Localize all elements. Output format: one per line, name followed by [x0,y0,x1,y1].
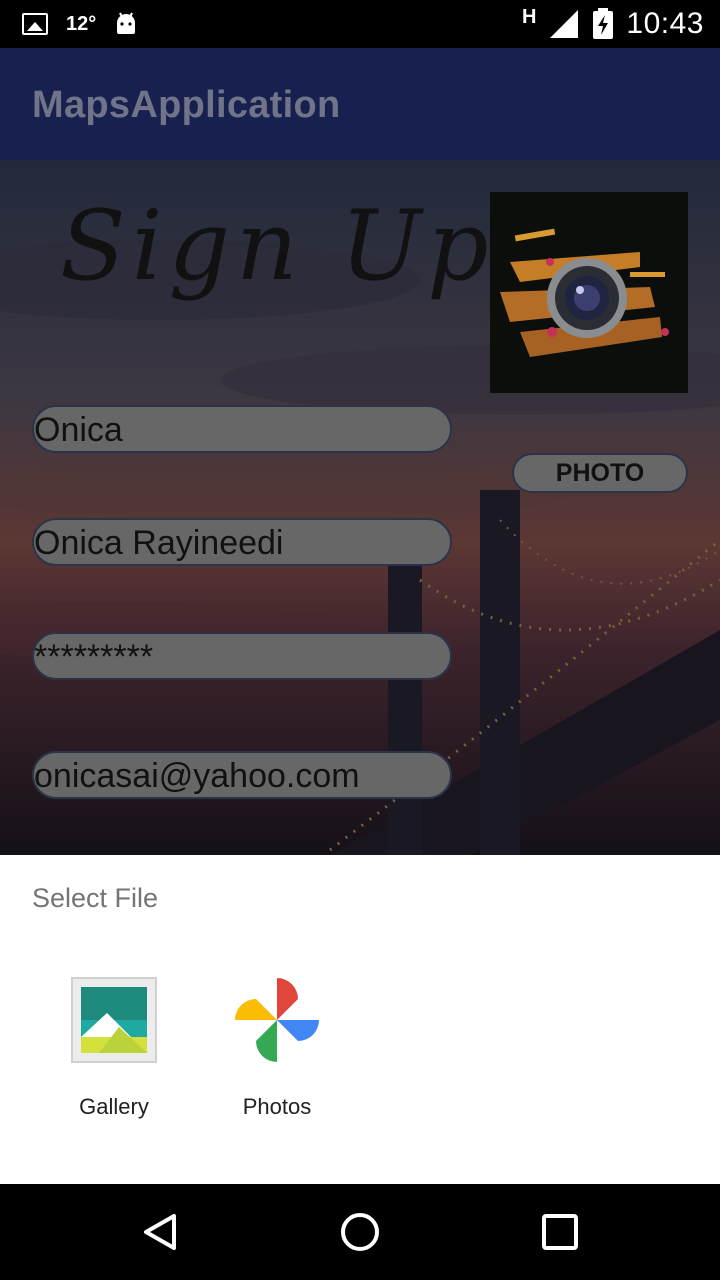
signal-icon [550,10,579,38]
home-icon[interactable] [338,1210,382,1254]
email-input[interactable]: onicasai@yahoo.com [32,751,452,799]
signup-screen: Sign Up Onica PHOTO Onica Rayineedi ****… [0,160,720,855]
photo-button[interactable]: PHOTO [512,453,688,493]
photos-icon [235,978,319,1062]
navigation-bar [0,1184,720,1280]
recents-icon[interactable] [538,1210,582,1254]
image-notification-icon [22,13,48,35]
photos-label: Photos [242,1094,312,1119]
clock: 10:43 [626,7,704,40]
status-bar: 12° H 10:43 [0,0,720,48]
profile-photo[interactable] [490,192,688,393]
photos-option[interactable]: Photos [197,975,357,1135]
app-title: MapsApplication [32,84,341,126]
password-input[interactable]: ********* [32,632,452,680]
gallery-label: Gallery [79,1094,149,1119]
select-file-sheet: Select File Gallery Photos [0,855,720,1184]
signup-title: Sign Up [60,190,495,302]
back-icon[interactable] [138,1210,182,1254]
gallery-icon [71,977,157,1063]
android-icon [117,12,136,34]
name-input[interactable]: Onica [32,405,452,453]
battery-charging-icon [593,8,614,39]
network-type: H [521,5,537,28]
fullname-input[interactable]: Onica Rayineedi [32,518,452,566]
temperature-text: 12° [66,12,97,35]
sheet-title: Select File [32,883,159,913]
app-bar: MapsApplication [0,48,720,160]
gallery-option[interactable]: Gallery [34,975,194,1135]
camera-lens-icon [490,192,688,393]
